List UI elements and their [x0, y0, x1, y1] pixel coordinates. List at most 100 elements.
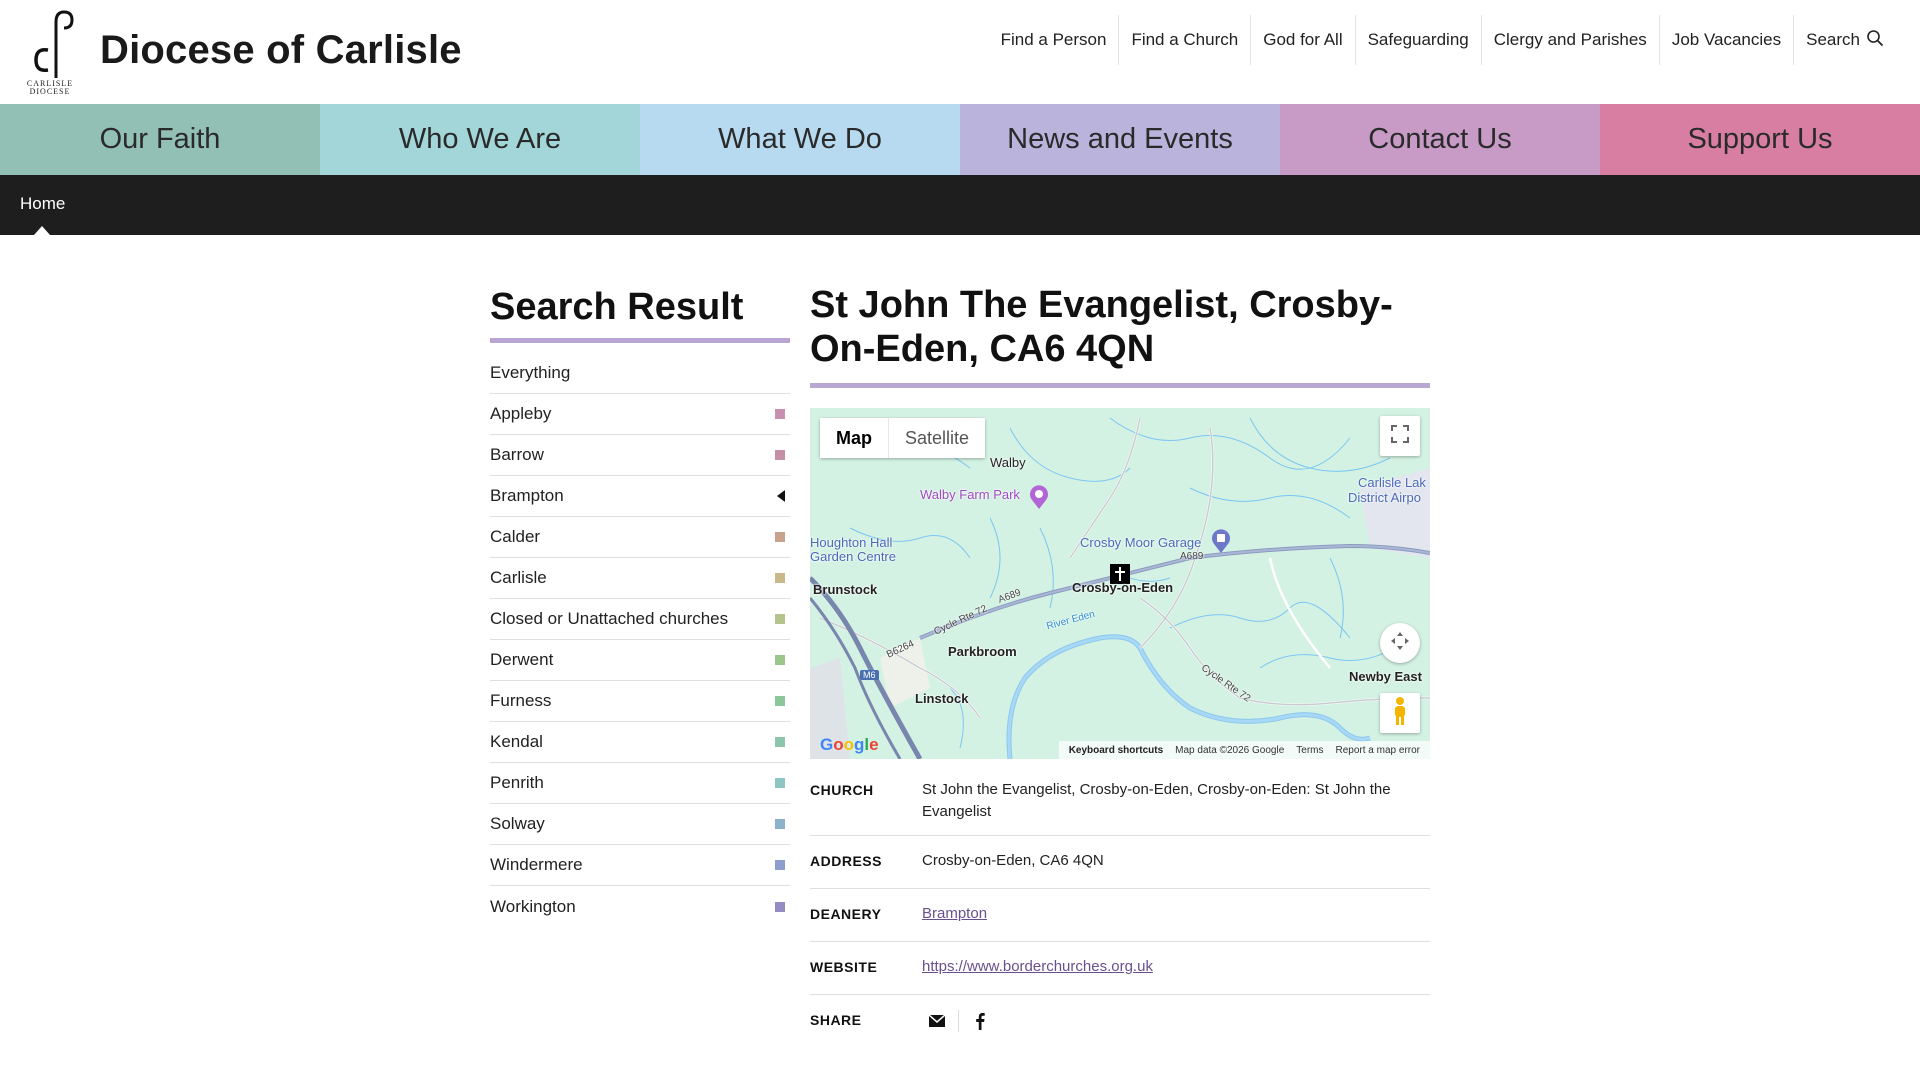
deanery-color-swatch — [775, 778, 785, 788]
map-label-newby-east: Newby East — [1349, 669, 1422, 684]
deanery-item-label: Workington — [490, 896, 576, 916]
map-label-parkbroom: Parkbroom — [948, 644, 1017, 659]
map-type-satellite-button[interactable]: Satellite — [889, 418, 986, 458]
map-data-attribution: Map data ©2026 Google — [1175, 744, 1285, 756]
logo-text-diocese: DIOCESE — [29, 87, 71, 96]
church-label: CHURCH — [810, 782, 874, 798]
main-nav-what-we-do[interactable]: What We Do — [640, 104, 960, 175]
deanery-item-brampton[interactable]: Brampton — [490, 476, 790, 517]
util-nav-find-person[interactable]: Find a Person — [989, 15, 1119, 65]
church-value: St John the Evangelist, Crosby-on-Eden, … — [922, 781, 1391, 820]
fullscreen-icon — [1391, 424, 1409, 448]
deanery-item-label: Calder — [490, 527, 541, 546]
website-link[interactable]: https://www.borderchurches.org.uk — [922, 958, 1153, 975]
fullscreen-button[interactable] — [1380, 416, 1420, 456]
detail-row-church: CHURCH St John the Evangelist, Crosby-on… — [810, 768, 1430, 836]
detail-row-address: ADDRESS Crosby-on-Eden, CA6 4QN — [810, 836, 1430, 889]
deanery-item-carlisle[interactable]: Carlisle — [490, 558, 790, 599]
deanery-item-workington[interactable]: Workington — [490, 886, 790, 927]
deanery-item-label: Furness — [490, 691, 552, 710]
deanery-item-furness[interactable]: Furness — [490, 681, 790, 722]
deanery-item-everything[interactable]: Everything — [490, 353, 790, 394]
deanery-item-label: Windermere — [490, 855, 583, 874]
main-nav-support-us[interactable]: Support Us — [1600, 104, 1920, 175]
deanery-item-label: Everything — [490, 363, 571, 382]
main-nav-contact-us[interactable]: Contact Us — [1280, 104, 1600, 175]
util-nav-god-for-all[interactable]: God for All — [1250, 15, 1354, 65]
map-label-walby: Walby — [990, 455, 1026, 470]
deanery-item-derwent[interactable]: Derwent — [490, 640, 790, 681]
util-nav-job-vacancies[interactable]: Job Vacancies — [1658, 15, 1793, 65]
deanery-color-swatch — [775, 901, 785, 912]
detail-row-deanery: DEANERY Brampton — [810, 889, 1430, 942]
deanery-item-penrith[interactable]: Penrith — [490, 763, 790, 804]
diocese-logo[interactable]: CARLISLE DIOCESE — [26, 8, 74, 96]
site-title[interactable]: Diocese of Carlisle — [100, 28, 462, 73]
deanery-color-swatch — [775, 450, 785, 460]
main-nav-who-we-are[interactable]: Who We Are — [320, 104, 640, 175]
deanery-item-label: Closed or Unattached churches — [490, 609, 729, 628]
deanery-item-barrow[interactable]: Barrow — [490, 435, 790, 476]
main-nav-our-faith[interactable]: Our Faith — [0, 104, 320, 175]
util-nav-search[interactable]: Search — [1793, 15, 1896, 65]
report-map-error-link[interactable]: Report a map error — [1336, 745, 1420, 756]
email-share-icon[interactable] — [922, 1009, 952, 1033]
map-type-map-button[interactable]: Map — [820, 418, 889, 458]
search-icon — [1866, 29, 1884, 52]
address-label: ADDRESS — [810, 853, 882, 869]
website-label: WEBSITE — [810, 959, 878, 975]
deanery-item-calder[interactable]: Calder — [490, 517, 790, 558]
walby-farm-park-marker-icon[interactable] — [1028, 484, 1050, 515]
deanery-color-swatch — [775, 573, 785, 583]
deanery-item-windermere[interactable]: Windermere — [490, 845, 790, 886]
church-title-rule — [810, 383, 1430, 388]
deanery-item-kendal[interactable]: Kendal — [490, 722, 790, 763]
deanery-list: Everything Appleby Barrow Brampton Calder Car… — [490, 353, 790, 927]
main-nav: Our Faith Who We Are What We Do News and… — [0, 104, 1920, 175]
map-label-carlisle-lake-1: Carlisle Lak — [1358, 475, 1426, 490]
util-nav-safeguarding[interactable]: Safeguarding — [1354, 15, 1481, 65]
map-label-crosby-on-eden: Crosby-on-Eden — [1072, 580, 1174, 595]
breadcrumb: Home — [0, 175, 1920, 235]
church-details: CHURCH St John the Evangelist, Crosby-on… — [810, 768, 1430, 1045]
deanery-item-appleby[interactable]: Appleby — [490, 394, 790, 435]
util-nav-clergy-parishes[interactable]: Clergy and Parishes — [1480, 15, 1659, 65]
church-title: St John The Evangelist, Crosby-On-Eden, … — [810, 284, 1393, 370]
map-type-control: Map Satellite — [820, 418, 986, 458]
map-label-carlisle-lake-2: District Airpo — [1348, 490, 1421, 505]
search-result-sidebar: Search Result Everything Appleby Barrow Bra… — [490, 283, 790, 927]
deanery-item-label: Barrow — [490, 445, 544, 464]
site-header: CARLISLE DIOCESE Diocese of Carlisle Fin… — [0, 0, 1920, 104]
address-value: Crosby-on-Eden, CA6 4QN — [922, 852, 1104, 869]
google-logo[interactable]: Google — [820, 735, 879, 755]
util-nav-find-church[interactable]: Find a Church — [1118, 15, 1250, 65]
deanery-color-swatch — [775, 819, 785, 829]
deanery-color-swatch — [775, 696, 785, 706]
facebook-share-icon[interactable] — [965, 1009, 995, 1033]
deanery-item-solway[interactable]: Solway — [490, 804, 790, 845]
search-label: Search — [1806, 30, 1860, 49]
deanery-item-label: Carlisle — [490, 568, 547, 587]
map-pan-control[interactable] — [1380, 623, 1420, 663]
map-terms-link[interactable]: Terms — [1296, 745, 1323, 756]
pegman-icon — [1391, 696, 1409, 731]
deanery-color-swatch — [775, 860, 785, 870]
deanery-item-label: Kendal — [490, 732, 543, 751]
map-label-crosby-moor-garage: Crosby Moor Garage — [1080, 535, 1202, 550]
map-label-houghton-1: Houghton Hall — [810, 535, 893, 550]
main-nav-news-events[interactable]: News and Events — [960, 104, 1280, 175]
deanery-item-closed-or-unattached-churches[interactable]: Closed or Unattached churches — [490, 599, 790, 640]
keyboard-shortcuts-link[interactable]: Keyboard shortcuts — [1069, 745, 1163, 756]
google-map[interactable]: Map Satellite Walby Walby Farm Park Carl… — [810, 408, 1430, 759]
deanery-color-swatch — [775, 655, 785, 665]
crozier-logo-icon — [34, 10, 74, 78]
street-view-pegman[interactable] — [1380, 693, 1420, 733]
breadcrumb-home[interactable]: Home — [20, 194, 65, 214]
utility-nav: Find a Person Find a Church God for All … — [989, 15, 1896, 65]
garage-marker-icon[interactable] — [1210, 528, 1232, 559]
share-label: SHARE — [810, 1012, 862, 1028]
deanery-link[interactable]: Brampton — [922, 905, 987, 922]
map-label-linstock: Linstock — [915, 691, 969, 706]
breadcrumb-caret-icon — [34, 226, 50, 235]
map-label-brunstock: Brunstock — [813, 582, 878, 597]
